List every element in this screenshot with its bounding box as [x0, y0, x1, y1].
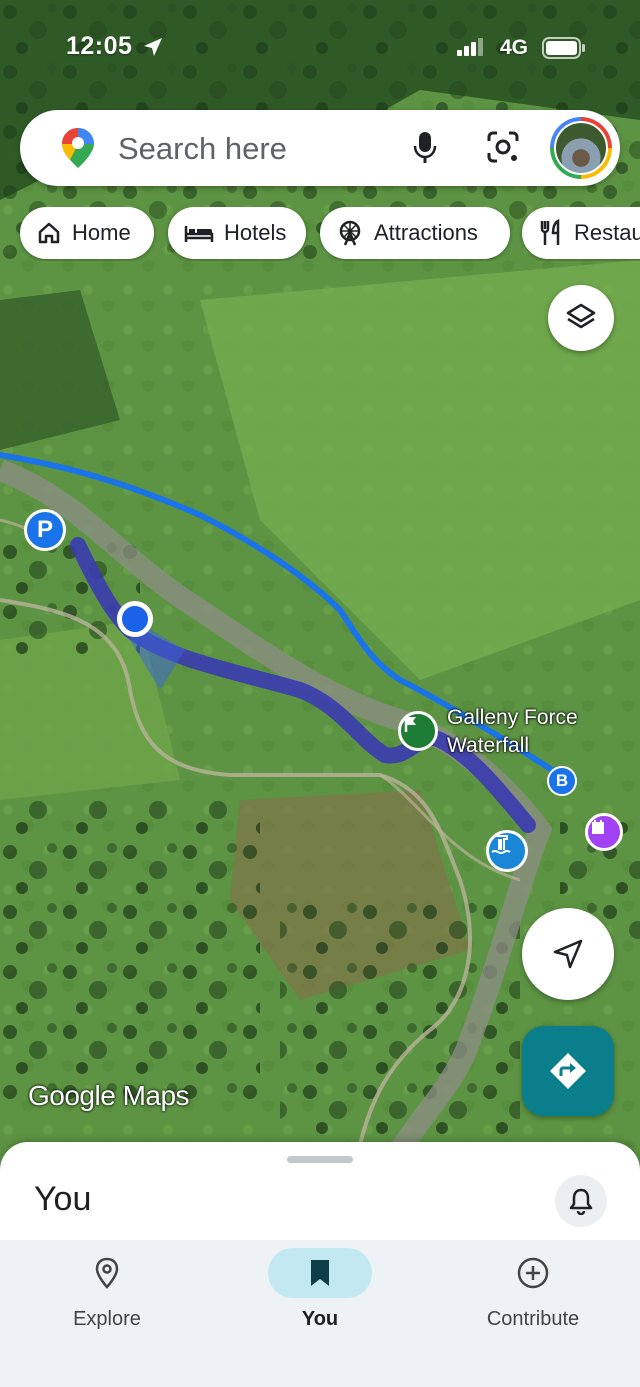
nav-you-pill: [268, 1248, 372, 1298]
nav-explore-label: Explore: [73, 1308, 141, 1330]
google-maps-watermark: Google Maps: [28, 1080, 190, 1111]
recenter-button[interactable]: [522, 908, 614, 1000]
nav-contribute-label: Contribute: [486, 1308, 580, 1330]
ferris-wheel-icon: [339, 220, 361, 246]
battery-icon: [542, 37, 585, 59]
bell-icon: [569, 1188, 593, 1215]
poi-label-line1: Galleny Force: [447, 706, 578, 729]
google-maps-logo-icon: [62, 128, 94, 168]
layers-button[interactable]: [548, 285, 614, 351]
status-time: 12:05: [66, 32, 133, 60]
directions-icon: [550, 1053, 586, 1089]
sheet-title: You: [34, 1180, 92, 1218]
restaurant-icon: [540, 219, 560, 245]
parking-marker[interactable]: P: [24, 509, 66, 551]
microphone-icon[interactable]: [412, 130, 438, 166]
waterfall-flag-marker[interactable]: [398, 711, 438, 751]
nav-you-label: You: [301, 1308, 339, 1330]
flag-icon: [404, 716, 416, 732]
directions-button[interactable]: [522, 1026, 614, 1116]
search-input[interactable]: Search here: [118, 131, 287, 167]
network-type: 4G: [500, 36, 529, 59]
nav-explore[interactable]: Explore: [0, 1240, 214, 1350]
signal-bars-icon: [457, 38, 483, 56]
add-circle-icon: [517, 1257, 549, 1289]
waterfall-poi-marker[interactable]: [486, 830, 528, 872]
nav-explore-pill: [55, 1248, 159, 1298]
account-avatar[interactable]: [550, 117, 612, 179]
nav-contribute[interactable]: Contribute: [426, 1240, 640, 1350]
chip-home[interactable]: Home: [20, 207, 154, 259]
poi-label-line2: Waterfall: [447, 734, 530, 757]
home-icon: [38, 222, 60, 244]
bus-stop-marker[interactable]: B: [547, 766, 577, 796]
chip-attractions[interactable]: Attractions: [320, 207, 510, 259]
bed-icon: [184, 226, 214, 242]
bottom-navigation: Explore You Contribute: [0, 1240, 640, 1387]
google-lens-icon[interactable]: [486, 130, 520, 164]
bookmark-icon: [311, 1260, 329, 1286]
sheet-drag-handle[interactable]: [287, 1156, 353, 1163]
navigation-arrow-icon: [553, 939, 583, 969]
chip-restaurants-label: Restau: [574, 220, 640, 245]
search-bar[interactable]: Search here: [20, 110, 620, 186]
nav-contribute-pill: [481, 1248, 585, 1298]
chip-home-label: Home: [72, 220, 131, 245]
layers-icon: [566, 303, 596, 329]
current-location-dot: [117, 601, 153, 637]
category-chips: Home Hotels Attractions Restau: [0, 207, 640, 261]
poi-label-galleny-force[interactable]: Galleny Force Waterfall: [447, 704, 578, 760]
castle-poi-marker[interactable]: [585, 813, 623, 851]
waterfall-icon: [491, 835, 511, 854]
status-bar: 12:05 4G: [0, 0, 640, 96]
location-pin-icon: [95, 1257, 119, 1289]
chip-attractions-label: Attractions: [374, 220, 478, 245]
notifications-button[interactable]: [555, 1175, 607, 1227]
location-arrow-icon: [144, 38, 162, 56]
chip-hotels-label: Hotels: [224, 220, 287, 245]
chip-restaurants[interactable]: Restau: [522, 207, 640, 259]
castle-icon: [592, 820, 604, 834]
chip-hotels[interactable]: Hotels: [168, 207, 306, 259]
nav-you[interactable]: You: [213, 1240, 427, 1350]
